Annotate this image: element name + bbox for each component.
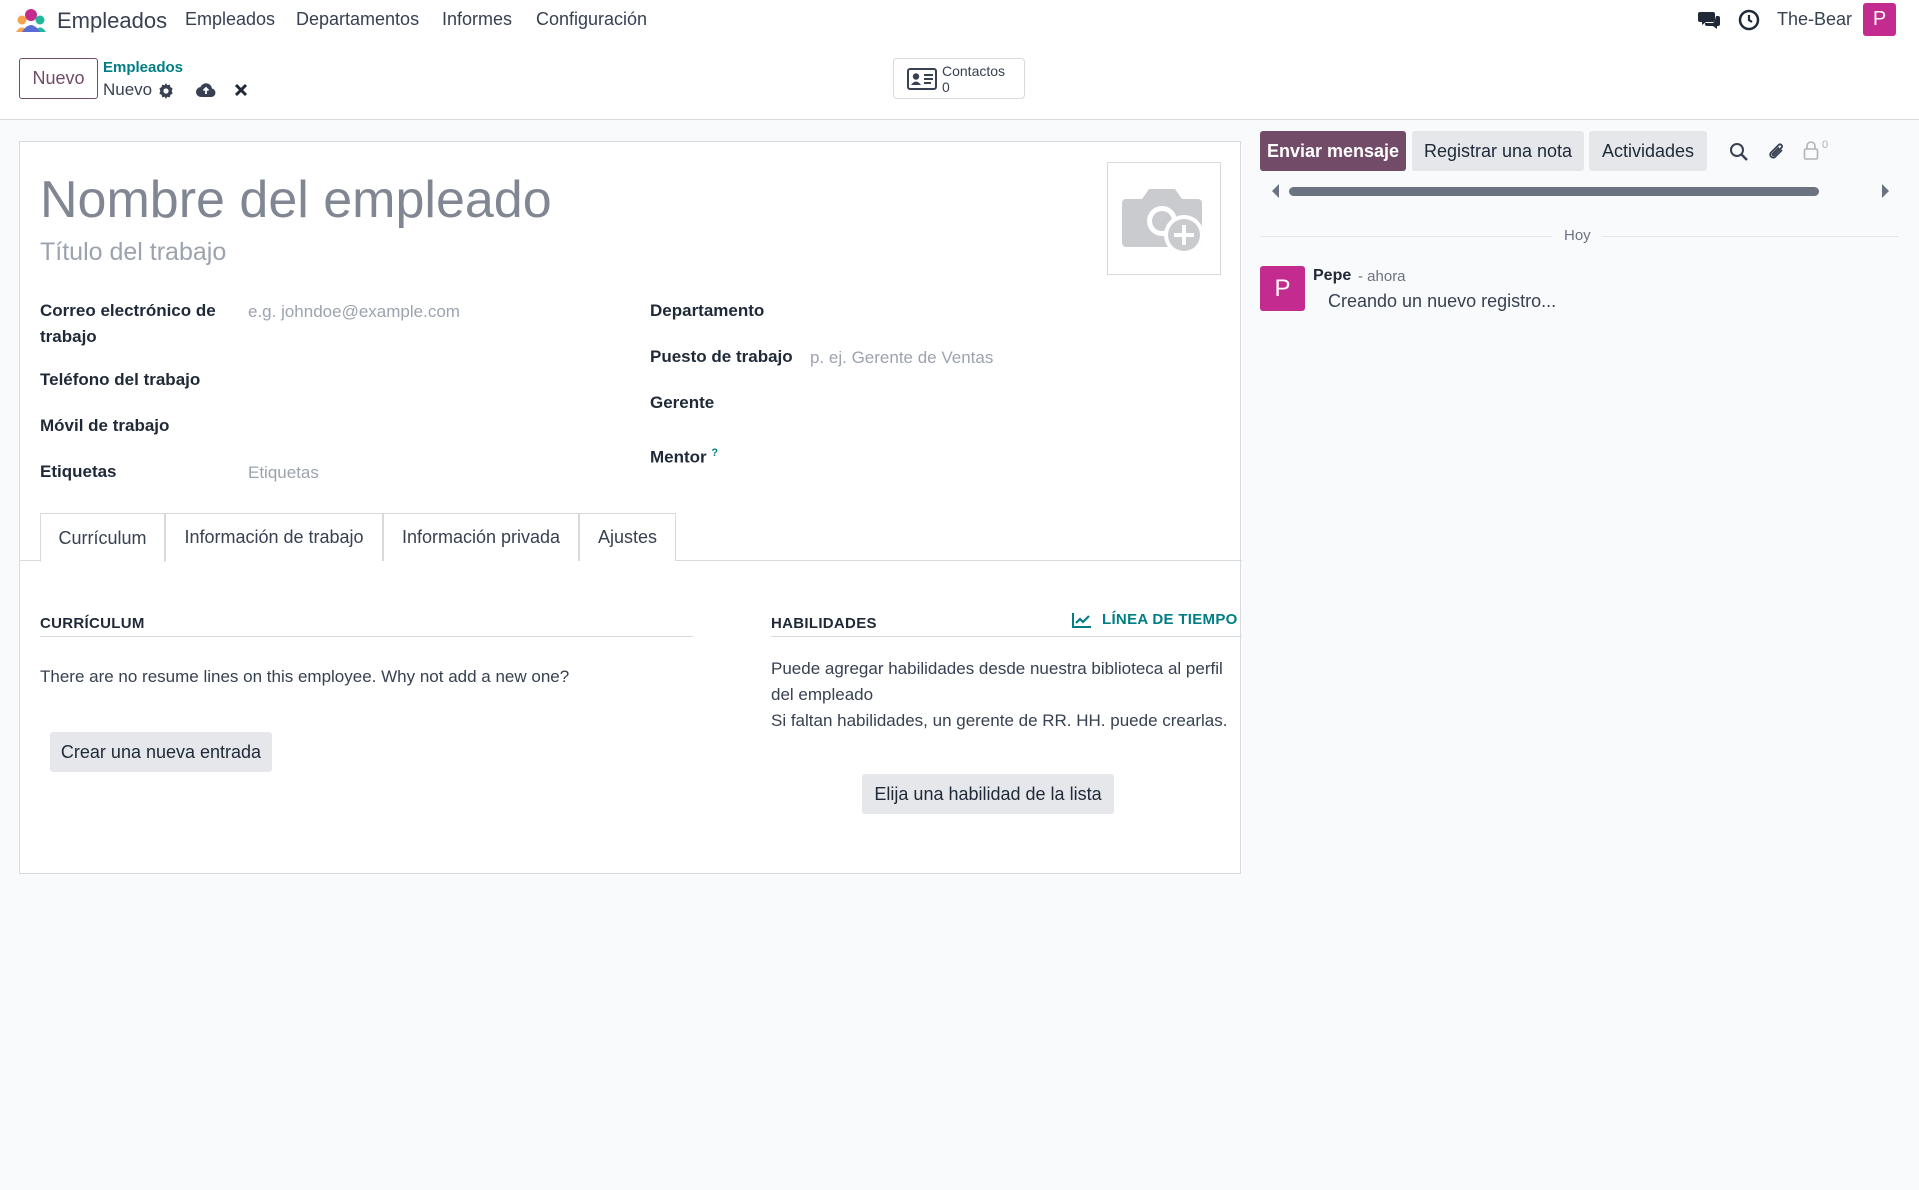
tab-resume[interactable]: Currículum <box>40 513 165 562</box>
skills-text-line1: Puede agregar habilidades desde nuestra … <box>771 659 1223 678</box>
job-position-input[interactable]: p. ej. Gerente de Ventas <box>810 348 993 368</box>
tab-settings[interactable]: Ajustes <box>579 513 676 561</box>
resume-empty-text: There are no resume lines on this employ… <box>40 667 570 686</box>
scroll-right-arrow[interactable] <box>1882 184 1889 198</box>
tab-private-information[interactable]: Información privada <box>383 513 579 561</box>
smart-button-count: 0 <box>942 79 950 95</box>
log-note-button[interactable]: Registrar una nota <box>1412 131 1584 171</box>
work-phone-input[interactable] <box>248 371 608 391</box>
message-time: - ahora <box>1358 268 1406 285</box>
new-button[interactable]: Nuevo <box>19 58 98 99</box>
employee-name-input[interactable]: Nombre del empleado <box>40 170 552 230</box>
mentor-label-text: Mentor <box>650 447 707 467</box>
messages-icon[interactable] <box>1697 8 1721 32</box>
job-title-input[interactable]: Título del trabajo <box>40 238 226 267</box>
employee-photo-upload[interactable] <box>1107 162 1221 275</box>
menu-reports[interactable]: Informes <box>442 9 512 30</box>
employees-app-icon[interactable] <box>14 8 48 34</box>
discard-icon[interactable] <box>234 83 248 97</box>
tags-input[interactable]: Etiquetas <box>248 463 319 483</box>
pick-skill-button[interactable]: Elija una habilidad de la lista <box>862 774 1114 814</box>
skills-section-divider <box>771 636 1242 637</box>
tags-label: Etiquetas <box>40 462 117 481</box>
manager-label: Gerente <box>650 393 715 412</box>
contacts-smart-button[interactable]: Contactos 0 <box>893 58 1025 99</box>
contact-card-icon <box>907 68 937 90</box>
work-email-label: Correo electrónico de trabajo <box>40 301 216 346</box>
mentor-input[interactable] <box>810 444 1210 464</box>
breadcrumb-current: Nuevo <box>103 80 153 99</box>
day-separator-line-left <box>1260 236 1552 237</box>
skills-section-title: HABILIDADES <box>771 615 877 632</box>
create-resume-entry-button[interactable]: Crear una nueva entrada <box>50 732 272 772</box>
skills-text-line2: del empleado <box>771 685 874 704</box>
control-panel: Nuevo Empleados Nuevo Contactos 0 <box>0 40 1919 120</box>
app-name[interactable]: Empleados <box>57 8 167 34</box>
mentor-label: Mentor ? <box>650 440 718 471</box>
menu-employees[interactable]: Empleados <box>185 9 275 30</box>
menu-configuration[interactable]: Configuración <box>536 9 647 30</box>
employee-form-sheet: Nombre del empleado Título del trabajo C… <box>19 141 1242 874</box>
skills-text-line3: Si faltan habilidades, un gerente de RR.… <box>771 711 1228 730</box>
work-mobile-input[interactable] <box>248 417 608 437</box>
work-mobile-label: Móvil de trabajo <box>40 416 170 435</box>
send-message-button[interactable]: Enviar mensaje <box>1260 131 1406 171</box>
timeline-link-label: LÍNEA DE TIEMPO <box>1102 611 1238 628</box>
work-email-input[interactable]: e.g. johndoe@example.com <box>248 302 460 322</box>
activities-button[interactable]: Actividades <box>1589 131 1707 171</box>
manager-input[interactable] <box>810 394 1210 414</box>
tab-work-information[interactable]: Información de trabajo <box>165 513 383 561</box>
breadcrumb-parent[interactable]: Empleados <box>103 59 183 76</box>
day-separator-label: Hoy <box>1564 227 1591 244</box>
resume-section-title: CURRÍCULUM <box>40 615 145 632</box>
smart-button-label: Contactos <box>942 63 1006 79</box>
scroll-left-arrow[interactable] <box>1272 184 1279 198</box>
department-label: Departamento <box>650 301 765 320</box>
gear-icon[interactable] <box>158 83 174 99</box>
message-author-avatar[interactable]: P <box>1260 266 1305 311</box>
timeline-link[interactable]: LÍNEA DE TIEMPO <box>1072 611 1238 628</box>
message-author[interactable]: Pepe <box>1313 267 1351 285</box>
mentor-help-tooltip[interactable]: ? <box>711 447 718 459</box>
add-photo-camera-icon <box>1122 188 1204 255</box>
paperclip-icon[interactable] <box>1767 141 1787 163</box>
horizontal-scrollbar[interactable] <box>1289 187 1819 196</box>
day-separator-line-right <box>1602 236 1899 237</box>
activity-clock-icon[interactable] <box>1737 8 1761 32</box>
top-navbar: Empleados Empleados Departamentos Inform… <box>0 0 1919 40</box>
save-cloud-icon[interactable] <box>196 82 216 98</box>
job-position-label: Puesto de trabajo <box>650 347 793 366</box>
line-chart-icon <box>1072 612 1091 628</box>
resume-section-divider <box>40 636 693 637</box>
user-avatar[interactable]: P <box>1863 3 1896 36</box>
work-phone-label: Teléfono del trabajo <box>40 370 201 389</box>
search-icon[interactable] <box>1729 142 1749 162</box>
department-input[interactable] <box>810 302 1210 322</box>
message-body: Creando un nuevo registro... <box>1328 291 1557 311</box>
followers-count: 0 <box>1822 139 1829 151</box>
follower-lock-icon[interactable] <box>1803 141 1819 160</box>
company-name[interactable]: The-Bear <box>1777 9 1852 30</box>
menu-departments[interactable]: Departamentos <box>296 9 419 30</box>
